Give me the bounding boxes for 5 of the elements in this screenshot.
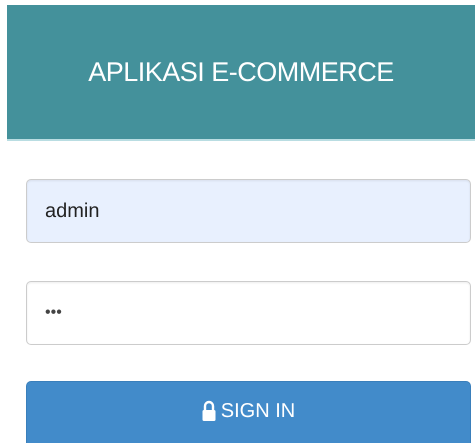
app-title: APLIKASI E-COMMERCE: [88, 56, 394, 88]
password-field[interactable]: •••: [26, 281, 471, 345]
lock-icon: [202, 400, 216, 422]
sign-in-button[interactable]: SIGN IN: [26, 381, 471, 443]
username-field[interactable]: admin: [26, 179, 471, 243]
